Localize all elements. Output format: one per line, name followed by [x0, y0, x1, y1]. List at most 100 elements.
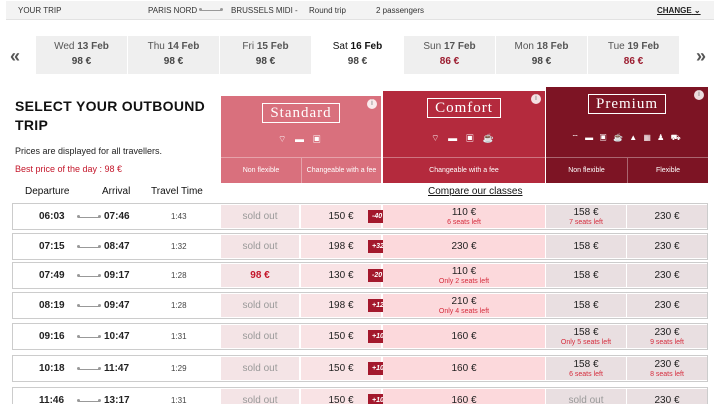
price-value[interactable]: 158 €	[546, 235, 626, 252]
price-value[interactable]: 158 €	[546, 294, 626, 311]
travel-duration: 1:43	[171, 212, 187, 221]
fare-premium-flexible[interactable]: 230 €	[627, 205, 707, 228]
date-tab[interactable]: Sat 16 Feb 98 €	[312, 36, 404, 74]
fare-comfort[interactable]: 110 €6 seats left	[383, 205, 545, 228]
fare-comfort[interactable]: 230 €	[383, 235, 545, 258]
date-tab[interactable]: Wed 13 Feb 98 €	[36, 36, 128, 74]
fare-changeable: Changeable with a fee	[301, 157, 381, 183]
change-label[interactable]: CHANGE	[657, 6, 692, 15]
departure-time: 07:15	[39, 241, 65, 252]
price-value[interactable]: sold out	[221, 205, 299, 222]
route-arrow-icon	[77, 274, 101, 277]
fare-standard-non-flexible[interactable]: 98 €	[221, 264, 299, 287]
fare-standard-non-flexible[interactable]: sold out	[221, 389, 299, 404]
price-value[interactable]: 110 €	[383, 264, 545, 277]
fare-premium-flexible[interactable]: 230 €9 seats left	[627, 325, 707, 348]
fare-standard-non-flexible[interactable]: sold out	[221, 357, 299, 380]
fare-comfort[interactable]: 210 € Only 4 seats left	[383, 294, 545, 317]
price-value[interactable]: 158 €	[546, 205, 626, 218]
price-value[interactable]: 230 €	[383, 235, 545, 252]
class-name: Comfort	[427, 98, 501, 118]
fare-standard-non-flexible[interactable]: sold out	[221, 235, 299, 258]
date-value: 14 Feb	[167, 41, 200, 52]
seats-left: 7 seats left	[569, 219, 603, 226]
fare-premium-non-flexible[interactable]: sold out	[546, 389, 626, 404]
passenger-count: 2 passengers	[376, 6, 425, 15]
price-value[interactable]: 158 €	[546, 325, 626, 338]
price-value[interactable]: sold out	[221, 389, 299, 404]
date-tab[interactable]: Mon 18 Feb 98 €	[496, 36, 588, 74]
price-value[interactable]: 98 €	[221, 264, 299, 281]
seats-left: Only 5 seats left	[560, 339, 612, 346]
date-day: Sun	[423, 41, 442, 52]
fare-premium-flexible[interactable]: 230 €	[627, 294, 707, 317]
change-trip-button[interactable]: CHANGE ⌄	[657, 6, 701, 15]
fare-premium-flexible[interactable]: 230 €8 seats left	[627, 357, 707, 380]
origin-station: PARIS NORD	[148, 6, 198, 15]
fare-comfort[interactable]: 160 €	[383, 389, 545, 404]
price-value[interactable]: 230 €	[627, 294, 707, 311]
arrival-time: 11:47	[104, 363, 130, 374]
fare-standard-non-flexible[interactable]: sold out	[221, 294, 299, 317]
fare-standard-non-flexible[interactable]: sold out	[221, 325, 299, 348]
class-premium-header[interactable]: i Premium ⌔ ▬ ▣ ☕ ▲ ▦ ♟ ⛟ Non flexible F…	[546, 87, 708, 183]
date-price: 86 €	[623, 56, 644, 67]
fare-premium-non-flexible[interactable]: 158 € Only 5 seats left	[546, 325, 626, 348]
price-value[interactable]: 158 €	[546, 264, 626, 281]
fare-premium-non-flexible[interactable]: 158 €	[546, 294, 626, 317]
date-tab[interactable]: Thu 14 Feb 98 €	[128, 36, 220, 74]
date-value: 18 Feb	[536, 41, 569, 52]
travel-duration: 1:31	[171, 396, 187, 404]
seats-left: 6 seats left	[447, 219, 481, 226]
price-value[interactable]: 230 €	[627, 264, 707, 281]
travel-duration: 1:28	[171, 271, 187, 280]
class-name: Premium	[588, 94, 666, 114]
fare-premium-non-flexible[interactable]: 158 €6 seats left	[546, 357, 626, 380]
date-day: Wed	[54, 41, 75, 52]
date-tab[interactable]: Sun 17 Feb 86 €	[404, 36, 496, 74]
date-day: Thu	[147, 41, 165, 52]
travel-duration: 1:31	[171, 332, 187, 341]
seats-left: Only 4 seats left	[438, 308, 490, 315]
price-value[interactable]: sold out	[546, 389, 626, 404]
departure-time: 10:18	[39, 363, 65, 374]
fare-comfort[interactable]: 160 €	[383, 357, 545, 380]
fare-standard-non-flexible[interactable]: sold out	[221, 205, 299, 228]
class-comfort-header[interactable]: i Comfort ⌔ ▬ ▣ ☕ Changeable with a fee	[383, 91, 545, 183]
date-tab[interactable]: Fri 15 Feb 98 €	[220, 36, 312, 74]
fare-premium-flexible[interactable]: 230 €	[627, 235, 707, 258]
fare-comfort[interactable]: 160 €	[383, 325, 545, 348]
fare-premium-flexible[interactable]: 230 €	[627, 389, 707, 404]
price-value[interactable]: 230 €	[627, 357, 707, 370]
price-value[interactable]: 230 €	[627, 325, 707, 338]
price-value[interactable]: 230 €	[627, 205, 707, 222]
price-value[interactable]: sold out	[221, 235, 299, 252]
compare-classes-link[interactable]: Compare our classes	[428, 186, 522, 197]
price-value[interactable]: sold out	[221, 325, 299, 342]
price-value[interactable]: 160 €	[383, 325, 545, 342]
price-value[interactable]: 160 €	[383, 357, 545, 374]
destination-station: BRUSSELS MIDI	[231, 6, 293, 15]
price-value[interactable]: 230 €	[627, 389, 707, 404]
train-row: 07:49 09:17 1:28 98 €130 € -20 €110 € Only 2 …	[12, 262, 708, 289]
date-value: 13 Feb	[77, 41, 109, 52]
date-tab[interactable]: Tue 19 Feb 86 €	[588, 36, 680, 74]
price-value[interactable]: 110 €	[383, 205, 545, 218]
fare-premium-non-flexible[interactable]: 158 €	[546, 264, 626, 287]
chevron-down-icon[interactable]: ⌄	[694, 6, 701, 15]
prev-dates-button[interactable]: «	[10, 46, 20, 67]
fare-premium-non-flexible[interactable]: 158 €7 seats left	[546, 205, 626, 228]
arrival-time: 07:46	[104, 211, 130, 222]
price-value[interactable]: 158 €	[546, 357, 626, 370]
next-dates-button[interactable]: »	[696, 46, 706, 67]
fare-premium-flexible[interactable]: 230 €	[627, 264, 707, 287]
price-value[interactable]: sold out	[221, 294, 299, 311]
price-value[interactable]: 210 €	[383, 294, 545, 307]
arrival-time: 13:17	[104, 395, 130, 404]
class-standard-header[interactable]: i Standard ⌔ ▬ ▣ Non flexible Changeable…	[221, 96, 381, 183]
price-value[interactable]: sold out	[221, 357, 299, 374]
fare-comfort[interactable]: 110 € Only 2 seats left	[383, 264, 545, 287]
price-value[interactable]: 160 €	[383, 389, 545, 404]
price-value[interactable]: 230 €	[627, 235, 707, 252]
fare-premium-non-flexible[interactable]: 158 €	[546, 235, 626, 258]
